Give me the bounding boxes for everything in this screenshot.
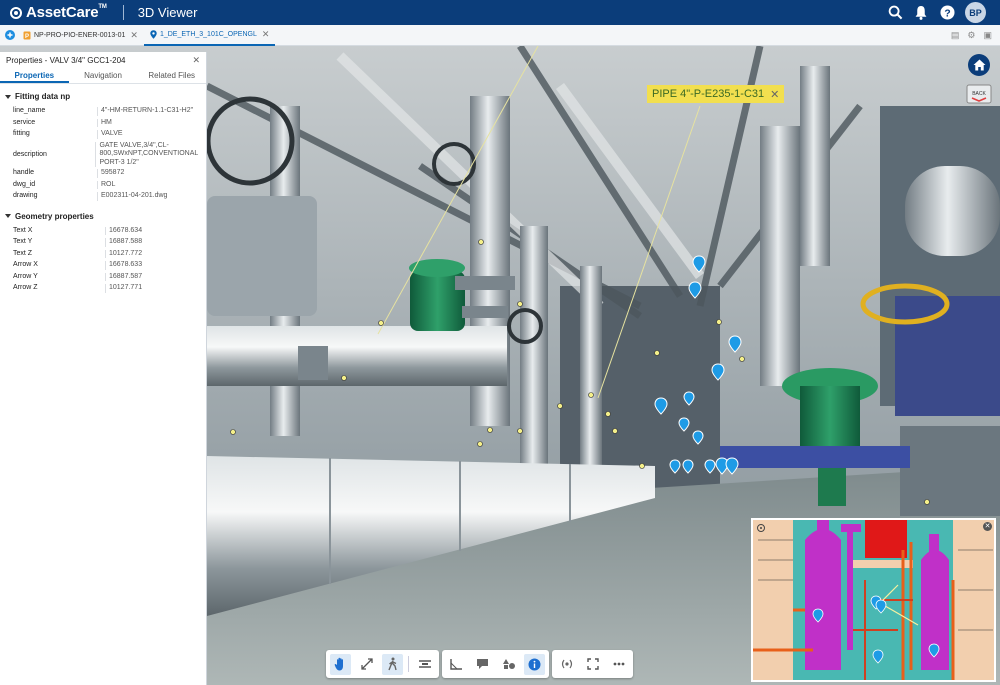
property-row: description GATE VALVE,3/4",CL-800,SWxNPT… [0,141,206,167]
info-icon [528,658,541,670]
top-bar: AssetCareTM 3D Viewer ? BP [0,0,1000,25]
tab-document-p-and-id[interactable]: P NP-PRO-PIO-ENER-0013-01 ✕ [17,25,144,46]
close-panel-icon[interactable]: ✕ [192,55,200,66]
close-tab-icon[interactable]: ✕ [262,29,270,40]
view-tools [552,650,633,678]
user-avatar[interactable]: BP [965,2,986,23]
property-row: Arrow X 16678.633 [0,261,206,273]
fullscreen-icon [586,658,599,670]
property-row: fitting VALVE [0,130,206,142]
close-tab-icon[interactable]: ✕ [130,30,138,41]
callout-label: PIPE 4"-P-E235-1-C31 [652,88,765,100]
property-row: drawing E002311-04-201.dwg [0,192,206,204]
measure-tool[interactable] [446,654,467,675]
bell-icon[interactable] [913,5,929,21]
properties-panel: Properties - VALV 3/4" GCC1-204 ✕ Proper… [0,52,207,685]
document-tab-bar: P NP-PRO-PIO-ENER-0013-01 ✕ 1_DE_ETH_3_1… [0,25,1000,46]
tab-label: NP-PRO-PIO-ENER-0013-01 [34,31,126,39]
panel-title: Properties - VALV 3/4" GCC1-204 [6,55,126,65]
properties-info-tool[interactable] [524,653,545,675]
fullscreen-tool[interactable] [582,654,603,675]
property-row: line_name 4"-HM-RETURN-1.1-C31-H2" [0,107,206,119]
target-icon[interactable] [756,523,766,533]
markup-tool[interactable] [472,654,493,675]
shapes-icon [502,659,515,669]
property-row: Text X 16678.634 [0,226,206,239]
layout-icon[interactable]: ▤ [951,30,960,41]
comment-icon [477,659,488,669]
property-row: dwg_id ROL [0,180,206,193]
property-row: Text Y 16887.588 [0,238,206,250]
close-callout-icon[interactable]: ✕ [770,88,779,101]
brand-name: AssetCareTM [26,4,107,21]
property-row: Text Z 10127.772 [0,249,206,262]
logo-icon [10,6,22,19]
measure-icon [450,659,462,670]
tab-related-files[interactable]: Related Files [137,68,206,83]
home-icon [973,59,985,71]
more-options-tool[interactable] [608,654,629,675]
close-minimap-icon[interactable]: ✕ [983,522,992,531]
home-view-button[interactable] [968,54,990,76]
assetcare-logo[interactable]: AssetCareTM [0,4,107,21]
app-title: 3D Viewer [137,5,198,20]
property-row: Arrow Z 10127.771 [0,284,206,296]
toolbar-divider [408,656,409,672]
header-divider [122,5,124,20]
walk-person-icon [387,657,397,671]
gear-icon[interactable]: ⚙ [967,30,975,41]
expand-arrows-icon [360,658,373,670]
dock-panel-icon[interactable]: ▣ [983,30,992,41]
pipe-tag-callout[interactable]: PIPE 4"-P-E235-1-C31 ✕ [647,85,785,103]
section-fitting-data[interactable]: Fitting data np [5,92,206,101]
section-cut-icon [418,660,431,668]
tab-properties[interactable]: Properties [0,68,69,83]
back-label: BACK [972,91,986,97]
hand-icon [334,657,343,671]
caret-down-icon [5,214,11,218]
svg-text:?: ? [944,8,950,19]
analysis-tools [442,650,549,678]
pan-hand-tool[interactable] [330,653,351,675]
tab-navigation[interactable]: Navigation [69,68,138,83]
walk-mode-tool[interactable] [382,653,403,675]
pid-document-icon: P [23,31,31,40]
section-geometry-properties[interactable]: Geometry properties [5,212,206,221]
add-tab-icon[interactable] [3,28,17,42]
objects-tool[interactable] [498,654,519,675]
tab-label: 1_DE_ETH_3_101C_OPENGL [159,30,257,38]
location-pin-icon [150,29,157,39]
signal-icon [561,659,572,669]
property-row: service HM [0,118,206,131]
help-icon[interactable]: ? [939,5,955,21]
viewer-toolbar [326,650,633,678]
svg-text:P: P [25,34,29,40]
more-dots-icon [613,662,624,666]
back-navigation-button[interactable]: BACK [966,83,992,105]
property-row: Arrow Y 16887.587 [0,272,206,285]
search-icon[interactable] [887,5,903,21]
navigation-tools [326,650,439,678]
minimap-overview[interactable]: ✕ [751,518,996,682]
fit-view-tool[interactable] [356,654,377,675]
property-row: handle 595872 [0,169,206,181]
broadcast-tool[interactable] [556,654,577,675]
section-plane-tool[interactable] [414,654,435,675]
caret-down-icon [5,94,11,99]
tab-document-3d[interactable]: 1_DE_ETH_3_101C_OPENGL ✕ [143,25,276,46]
